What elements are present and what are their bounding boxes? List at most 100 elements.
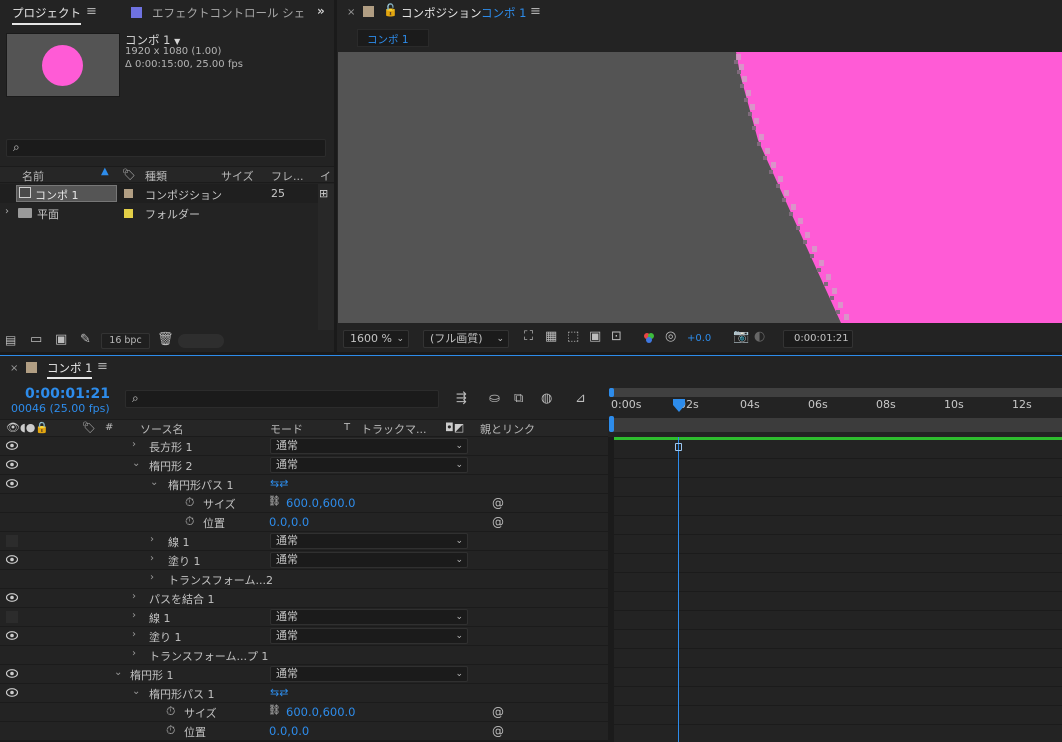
layer-row[interactable]: ⌄ 楕円形パス 1 ⇆⇄: [0, 475, 608, 494]
comp-subtab[interactable]: コンポ 1: [357, 29, 429, 47]
stopwatch-icon[interactable]: ⏱: [185, 514, 194, 529]
zoom-dropdown[interactable]: 1600 % ⌄: [343, 330, 409, 348]
composition-menu-icon[interactable]: ≡: [530, 4, 541, 19]
chevron-right-icon[interactable]: ›: [132, 439, 136, 450]
exposure-value[interactable]: +0.0: [687, 333, 711, 344]
col-extra[interactable]: イ: [320, 168, 331, 184]
rgb-channels-icon[interactable]: [643, 332, 655, 344]
work-area-start[interactable]: [609, 388, 614, 397]
layer-row[interactable]: › 線 1 通常 ⌄: [0, 532, 608, 551]
property-value[interactable]: 600.0,600.0: [286, 496, 356, 510]
col-size[interactable]: サイズ: [221, 168, 254, 184]
frame-blending-icon[interactable]: ⧉: [514, 391, 523, 406]
eye-icon[interactable]: [6, 688, 18, 697]
chevron-right-icon[interactable]: ›: [150, 534, 154, 545]
tab-timeline-comp[interactable]: コンポ 1: [47, 360, 93, 379]
transparency-grid-icon[interactable]: ▦: [545, 329, 557, 344]
project-scrollbar[interactable]: ⊞: [318, 184, 334, 330]
mask-visibility-icon[interactable]: ⬚: [567, 329, 579, 344]
mode-dropdown[interactable]: 通常 ⌄: [270, 628, 468, 644]
navigator-start-handle[interactable]: [609, 416, 614, 432]
bpc-button[interactable]: 16 bpc: [101, 333, 150, 349]
mode-dropdown[interactable]: 通常 ⌄: [270, 666, 468, 682]
project-search-input[interactable]: ⌕: [6, 139, 326, 157]
pick-whip-icon[interactable]: @: [492, 724, 504, 738]
timeline-search-input[interactable]: ⌕: [125, 390, 439, 408]
mode-dropdown[interactable]: 通常 ⌄: [270, 438, 468, 454]
eye-off-box[interactable]: [6, 611, 18, 623]
property-row[interactable]: ⏱ 位置 0.0,0.0 @: [0, 513, 608, 532]
chevron-down-icon[interactable]: ⌄: [132, 686, 140, 697]
project-menu-icon[interactable]: ≡: [86, 4, 97, 19]
quality-dropdown[interactable]: (フル画質) ⌄: [423, 330, 509, 348]
stopwatch-icon[interactable]: ⏱: [166, 704, 175, 719]
eye-icon[interactable]: [6, 441, 18, 450]
new-composition-icon[interactable]: ▣: [55, 332, 67, 347]
layer-row[interactable]: ⌄ 楕円形 2 通常 ⌄: [0, 456, 608, 475]
composition-viewer[interactable]: [338, 52, 1062, 323]
layer-row[interactable]: › 塗り 1 通常 ⌄: [0, 551, 608, 570]
show-snapshot-icon[interactable]: ◐: [754, 329, 765, 344]
flowchart-icon[interactable]: ⊞: [319, 187, 328, 200]
draft-3d-icon[interactable]: ⛀: [489, 391, 500, 406]
mode-dropdown[interactable]: 通常 ⌄: [270, 457, 468, 473]
layer-name[interactable]: 線 1: [149, 610, 171, 626]
layer-name[interactable]: 楕円形パス 1: [168, 477, 234, 493]
layer-row[interactable]: › トランスフォーム...2: [0, 570, 608, 589]
col-type[interactable]: 種類: [145, 168, 167, 184]
grid-guides-icon[interactable]: ⊡: [611, 329, 622, 344]
snapshot-icon[interactable]: 📷: [733, 329, 749, 344]
col-track-matte[interactable]: トラックマ...: [361, 421, 427, 437]
link-icon[interactable]: ⛓: [268, 705, 281, 716]
eye-icon[interactable]: [6, 555, 18, 564]
pick-whip-icon[interactable]: @: [492, 496, 504, 510]
fit-icon[interactable]: ⛶: [524, 329, 533, 344]
reset-exposure-icon[interactable]: ◎: [665, 329, 676, 344]
chevron-down-icon[interactable]: ⌄: [132, 458, 140, 469]
layer-name[interactable]: トランスフォーム...プ 1: [149, 648, 268, 664]
mode-dropdown[interactable]: 通常 ⌄: [270, 609, 468, 625]
lock-icon[interactable]: 🔓: [383, 3, 398, 17]
region-icon[interactable]: ▣: [589, 329, 601, 344]
chevron-right-icon[interactable]: ›: [132, 591, 136, 602]
current-time-display[interactable]: 0:00:01:21: [25, 386, 110, 402]
eye-icon[interactable]: [6, 593, 18, 602]
col-source-name[interactable]: ソース名: [140, 421, 183, 437]
path-direction-icon[interactable]: ⇆⇄: [270, 477, 288, 490]
eye-off-box[interactable]: [6, 535, 18, 547]
link-icon[interactable]: ⛓: [268, 496, 281, 507]
work-area-bar[interactable]: [610, 388, 1062, 397]
panel-overflow-icon[interactable]: »: [317, 4, 325, 18]
chevron-down-icon[interactable]: ⌄: [114, 667, 122, 678]
chevron-down-icon[interactable]: ⌄: [150, 477, 158, 488]
pick-whip-icon[interactable]: @: [492, 705, 504, 719]
tab-project[interactable]: プロジェクト: [12, 5, 81, 25]
stopwatch-icon[interactable]: ⏱: [185, 495, 194, 510]
layer-name[interactable]: 楕円形 1: [130, 667, 174, 683]
av-features-icons[interactable]: 👁◖●🔒: [6, 421, 49, 434]
eye-icon[interactable]: [6, 479, 18, 488]
layer-name[interactable]: 線 1: [168, 534, 190, 550]
timeline-menu-icon[interactable]: ≡: [97, 359, 108, 374]
label-color-swatch[interactable]: [124, 209, 133, 218]
col-name[interactable]: 名前: [22, 168, 44, 184]
tab-composition[interactable]: コンポジション: [401, 5, 482, 21]
layer-name[interactable]: 楕円形パス 1: [149, 686, 215, 702]
property-value[interactable]: 600.0,600.0: [286, 705, 356, 719]
layer-row[interactable]: › パスを結合 1: [0, 589, 608, 608]
playhead-icon[interactable]: [672, 398, 686, 414]
new-folder-icon[interactable]: ▭: [30, 332, 42, 347]
project-zoom-slider[interactable]: [178, 334, 224, 348]
chevron-right-icon[interactable]: ›: [5, 206, 9, 217]
pick-whip-icon[interactable]: @: [492, 515, 504, 529]
eye-icon[interactable]: [6, 669, 18, 678]
layer-row[interactable]: › 長方形 1 通常 ⌄: [0, 437, 608, 456]
chevron-right-icon[interactable]: ›: [132, 610, 136, 621]
tab-effect-controls[interactable]: エフェクトコントロール シェ: [152, 5, 305, 21]
keyframe-marker[interactable]: [675, 443, 682, 451]
graph-editor-icon[interactable]: ⊿: [575, 391, 586, 406]
layer-row[interactable]: › トランスフォーム...プ 1: [0, 646, 608, 665]
trash-icon[interactable]: 🗑: [157, 332, 174, 347]
layer-row[interactable]: ⌄ 楕円形 1 通常 ⌄: [0, 665, 608, 684]
property-row[interactable]: ⏱ サイズ ⛓ 600.0,600.0 @: [0, 703, 608, 722]
